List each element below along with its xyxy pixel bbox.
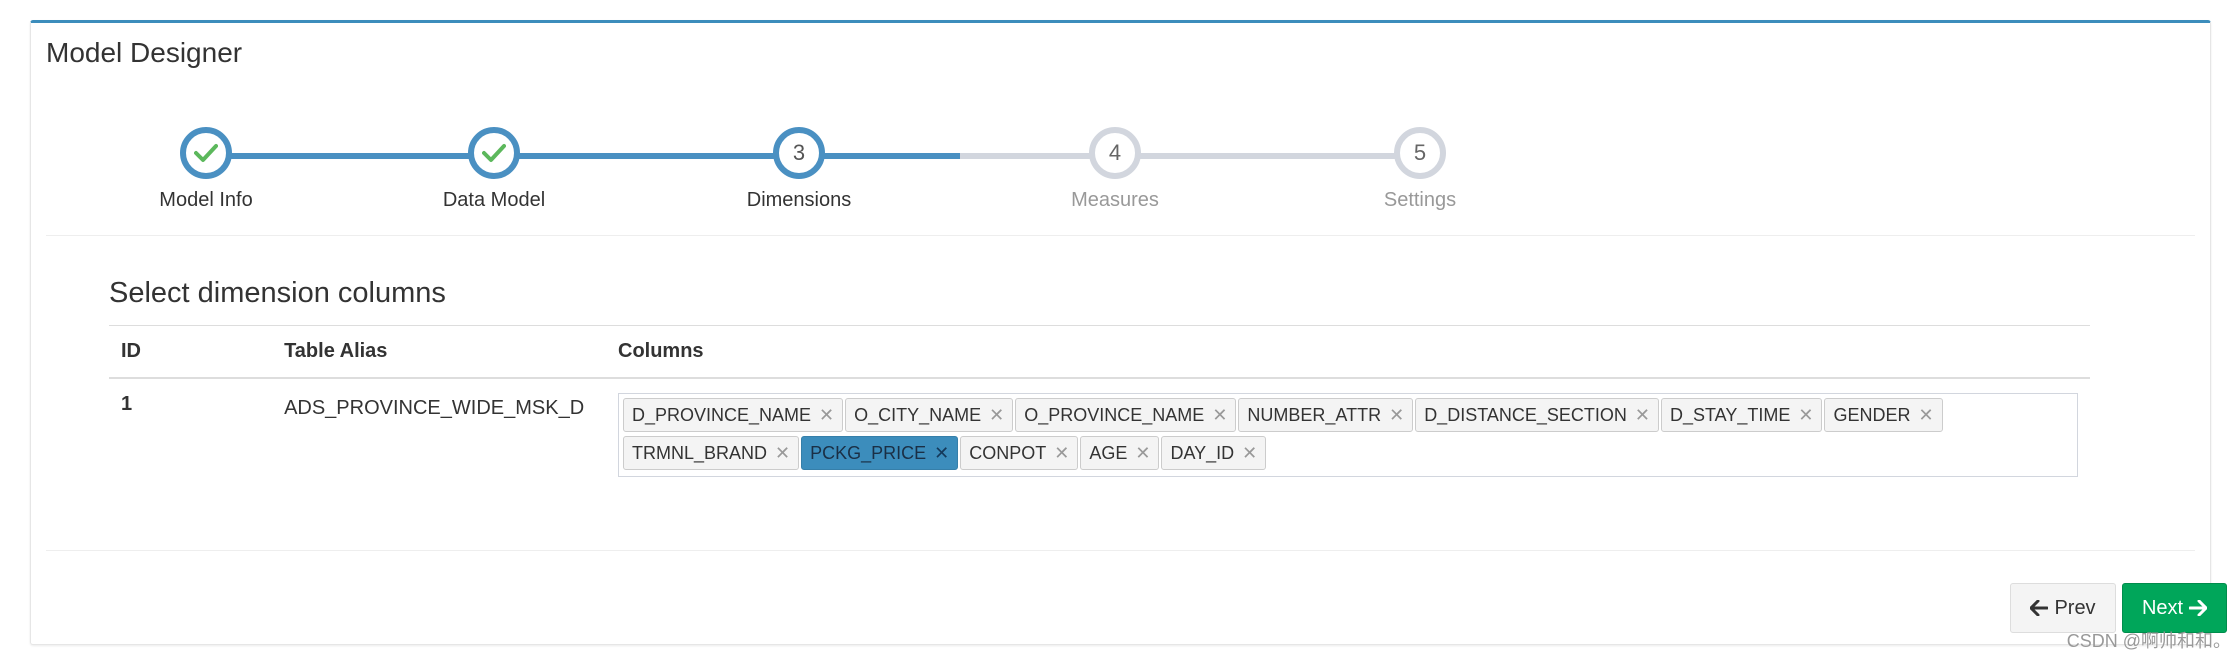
column-tag[interactable]: O_CITY_NAME ✕ xyxy=(845,398,1014,432)
column-tag[interactable]: NUMBER_ATTR ✕ xyxy=(1238,398,1414,432)
step-circle: 3 xyxy=(773,127,825,179)
column-tag-label: O_CITY_NAME xyxy=(854,405,982,425)
column-tag-label: O_PROVINCE_NAME xyxy=(1024,405,1205,425)
arrow-left-icon xyxy=(2030,600,2049,616)
step-label: Data Model xyxy=(442,189,546,211)
column-tag-label: DAY_ID xyxy=(1170,443,1235,463)
header-id: ID xyxy=(109,325,273,379)
step-circle xyxy=(468,127,520,179)
column-tag[interactable]: D_PROVINCE_NAME ✕ xyxy=(623,398,844,432)
column-tag[interactable]: PCKG_PRICE ✕ xyxy=(801,436,959,470)
column-tag[interactable]: O_PROVINCE_NAME ✕ xyxy=(1015,398,1237,432)
remove-tag-icon[interactable]: ✕ xyxy=(1135,443,1150,463)
remove-tag-icon[interactable]: ✕ xyxy=(934,443,949,463)
column-tag-label: AGE xyxy=(1089,443,1128,463)
column-tag[interactable]: D_DISTANCE_SECTION ✕ xyxy=(1415,398,1659,432)
remove-tag-icon[interactable]: ✕ xyxy=(819,405,834,425)
column-tag-label: TRMNL_BRAND xyxy=(632,443,768,463)
remove-tag-icon[interactable]: ✕ xyxy=(1918,405,1933,425)
step-circle: 5 xyxy=(1394,127,1446,179)
step-label: Measures xyxy=(1071,189,1159,211)
columns-multiselect[interactable]: D_PROVINCE_NAME ✕ O_CITY_NAME ✕ O_PROVINCE_N… xyxy=(618,393,2078,477)
page: Model Designer Model Info Data Model 3 D… xyxy=(0,0,2239,659)
column-tag[interactable]: D_STAY_TIME ✕ xyxy=(1660,398,1823,432)
step-model-info[interactable]: Model Info xyxy=(106,127,306,212)
row-table-alias: ADS_PROVINCE_WIDE_MSK_D xyxy=(284,397,585,419)
column-tag[interactable]: CONPOT ✕ xyxy=(960,436,1079,470)
header-columns: Columns xyxy=(606,325,2090,379)
panel-title: Model Designer xyxy=(46,37,243,68)
step-measures[interactable]: 4 Measures xyxy=(1015,127,1215,212)
row-id: 1 xyxy=(121,393,133,415)
remove-tag-icon[interactable]: ✕ xyxy=(1389,405,1404,425)
header-table-alias: Table Alias xyxy=(272,325,606,379)
step-label: Settings xyxy=(1383,189,1457,211)
remove-tag-icon[interactable]: ✕ xyxy=(989,405,1004,425)
remove-tag-icon[interactable]: ✕ xyxy=(1635,405,1650,425)
step-dimensions[interactable]: 3 Dimensions xyxy=(699,127,899,212)
divider xyxy=(46,235,2195,236)
step-label: Dimensions xyxy=(746,189,852,211)
footer-divider xyxy=(46,550,2195,551)
column-tag[interactable]: DAY_ID ✕ xyxy=(1161,436,1267,470)
model-designer-panel: Model Designer Model Info Data Model 3 D… xyxy=(30,20,2227,645)
step-data-model[interactable]: Data Model xyxy=(394,127,594,212)
dimension-table: ID Table Alias Columns 1 ADS_PROVINCE_WI… xyxy=(109,325,2090,491)
step-settings[interactable]: 5 Settings xyxy=(1320,127,1520,212)
watermark: CSDN @啊帅和和。 xyxy=(2066,631,2231,651)
column-tag-label: PCKG_PRICE xyxy=(810,443,927,463)
prev-button[interactable]: Prev xyxy=(2010,583,2116,633)
column-tag-label: GENDER xyxy=(1833,405,1911,425)
remove-tag-icon[interactable]: ✕ xyxy=(1054,443,1069,463)
step-label: Model Info xyxy=(159,189,253,211)
column-tag[interactable]: AGE ✕ xyxy=(1080,436,1160,470)
column-tag[interactable]: GENDER ✕ xyxy=(1824,398,1943,432)
wizard-steps: Model Info Data Model 3 Dimensions 4 Mea… xyxy=(31,111,2212,221)
table-row: 1 ADS_PROVINCE_WIDE_MSK_D D_PROVINCE_NAM… xyxy=(109,378,2090,491)
remove-tag-icon[interactable]: ✕ xyxy=(775,443,790,463)
prev-label: Prev xyxy=(2054,596,2096,619)
column-tag-label: D_PROVINCE_NAME xyxy=(632,405,812,425)
step-circle xyxy=(180,127,232,179)
check-icon xyxy=(482,144,506,162)
column-tag[interactable]: TRMNL_BRAND ✕ xyxy=(623,436,800,470)
column-tag-label: D_DISTANCE_SECTION xyxy=(1424,405,1627,425)
next-label: Next xyxy=(2141,596,2184,619)
row-columns-cell: D_PROVINCE_NAME ✕ O_CITY_NAME ✕ O_PROVINCE_N… xyxy=(606,378,2090,491)
remove-tag-icon[interactable]: ✕ xyxy=(1242,443,1257,463)
remove-tag-icon[interactable]: ✕ xyxy=(1798,405,1813,425)
column-tag-label: NUMBER_ATTR xyxy=(1247,405,1382,425)
column-tag-label: CONPOT xyxy=(969,443,1047,463)
next-button[interactable]: Next xyxy=(2122,583,2227,633)
step-circle: 4 xyxy=(1089,127,1141,179)
column-tag-label: D_STAY_TIME xyxy=(1669,405,1791,425)
remove-tag-icon[interactable]: ✕ xyxy=(1212,405,1227,425)
section-title: Select dimension columns xyxy=(109,277,446,309)
arrow-right-icon xyxy=(2189,600,2208,616)
check-icon xyxy=(194,144,218,162)
table-header-row: ID Table Alias Columns xyxy=(109,325,2090,379)
